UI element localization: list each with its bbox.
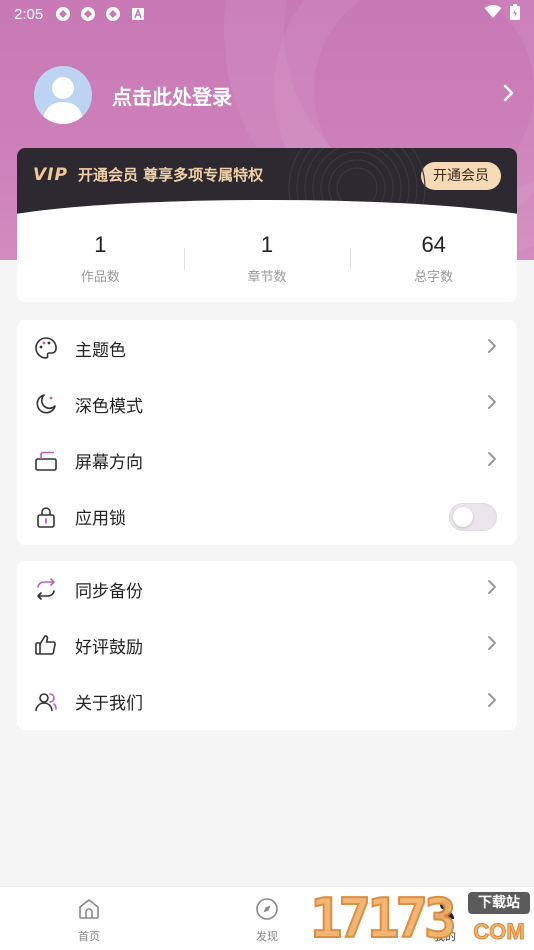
avatar[interactable] bbox=[34, 66, 92, 124]
palette-icon bbox=[33, 335, 59, 361]
vip-promo-text: 开通会员 尊享多项专属特权 bbox=[77, 166, 264, 184]
app-lock-toggle[interactable] bbox=[449, 502, 497, 531]
nav-label: 发现 bbox=[256, 930, 278, 943]
stat-label: 作品数 bbox=[80, 270, 120, 285]
site-watermark: 17173 下载站 COM bbox=[309, 887, 534, 950]
settings-group-2: 同步备份 好评鼓励 关于我们 bbox=[17, 561, 517, 730]
stat-chapters[interactable]: 1 章节数 bbox=[183, 228, 351, 292]
chevron-right-icon bbox=[487, 451, 497, 471]
chevron-right-icon bbox=[487, 635, 497, 655]
home-icon bbox=[77, 897, 101, 925]
login-text[interactable]: 点击此处登录 bbox=[112, 81, 232, 110]
menu-item-rate-us[interactable]: 好评鼓励 bbox=[17, 617, 517, 673]
menu-item-screen-orientation[interactable]: 屏幕方向 bbox=[17, 433, 517, 489]
settings-group-1: 主题色 深色模式 屏幕方向 应用锁 bbox=[17, 320, 517, 545]
menu-item-theme-color[interactable]: 主题色 bbox=[17, 320, 517, 376]
menu-item-label: 应用锁 bbox=[75, 509, 126, 530]
chevron-right-icon bbox=[487, 579, 497, 599]
moon-icon bbox=[33, 391, 59, 417]
nav-home[interactable]: 首页 bbox=[0, 887, 178, 950]
stat-label: 总字数 bbox=[414, 270, 454, 285]
login-row[interactable]: 点击此处登录 bbox=[34, 66, 518, 124]
screen-rotate-icon bbox=[33, 448, 59, 474]
stat-value: 64 bbox=[421, 232, 446, 257]
menu-item-label: 主题色 bbox=[75, 340, 126, 361]
menu-item-label: 好评鼓励 bbox=[75, 637, 143, 658]
lock-icon bbox=[33, 504, 59, 530]
watermark-top-text: 下载站 bbox=[468, 892, 530, 914]
users-icon bbox=[33, 689, 59, 715]
menu-item-sync-backup[interactable]: 同步备份 bbox=[17, 561, 517, 617]
wifi-icon bbox=[484, 5, 502, 23]
app-icon-2 bbox=[80, 6, 96, 22]
chevron-right-icon bbox=[487, 394, 497, 414]
chevron-right-icon bbox=[487, 692, 497, 712]
stat-works[interactable]: 1 作品数 bbox=[17, 228, 184, 292]
stat-value: 1 bbox=[260, 232, 274, 257]
menu-item-label: 同步备份 bbox=[75, 581, 143, 602]
status-time: 2:05 bbox=[14, 5, 44, 23]
stat-label: 章节数 bbox=[247, 270, 287, 285]
vip-logo: VIP bbox=[33, 165, 68, 185]
menu-item-app-lock[interactable]: 应用锁 bbox=[17, 489, 517, 545]
vip-banner[interactable]: VIP 开通会员 尊享多项专属特权 开通会员 bbox=[17, 148, 517, 214]
keyboard-a-icon bbox=[130, 6, 146, 22]
chevron-right-icon[interactable] bbox=[502, 84, 514, 106]
menu-item-label: 深色模式 bbox=[75, 396, 143, 417]
stats-card: VIP 开通会员 尊享多项专属特权 开通会员 1 作品数 1 章节数 64 总字… bbox=[17, 148, 517, 302]
watermark-bottom-text: COM bbox=[473, 919, 525, 944]
menu-item-label: 屏幕方向 bbox=[75, 453, 143, 474]
nav-label: 首页 bbox=[78, 930, 100, 943]
menu-item-label: 关于我们 bbox=[75, 694, 143, 715]
stats-row: 1 作品数 1 章节数 64 总字数 bbox=[17, 228, 517, 292]
chevron-right-icon bbox=[487, 338, 497, 358]
status-bar: 2:05 bbox=[0, 0, 534, 28]
stat-value: 1 bbox=[94, 232, 107, 257]
battery-icon bbox=[510, 4, 520, 24]
menu-item-about-us[interactable]: 关于我们 bbox=[17, 674, 517, 730]
compass-icon bbox=[255, 897, 279, 925]
thumbs-up-icon bbox=[33, 632, 59, 658]
watermark-digits: 17173 bbox=[309, 887, 458, 950]
stat-words[interactable]: 64 总字数 bbox=[350, 228, 517, 292]
app-icon-3 bbox=[105, 6, 121, 22]
app-icon-1 bbox=[55, 6, 71, 22]
sync-icon bbox=[33, 576, 59, 602]
menu-item-dark-mode[interactable]: 深色模式 bbox=[17, 376, 517, 432]
